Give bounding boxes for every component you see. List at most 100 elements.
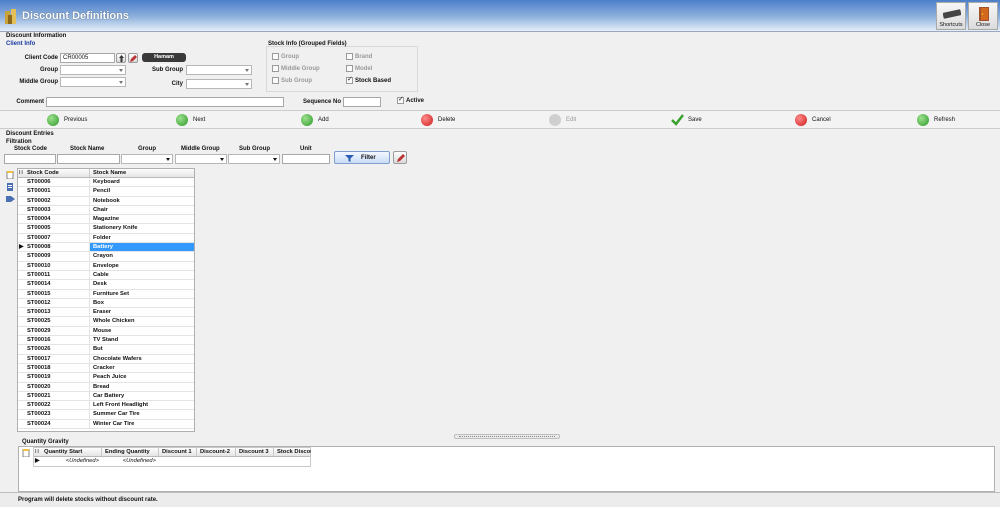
cell-stock-name[interactable]: Furniture Set bbox=[90, 290, 194, 298]
table-row[interactable]: ST00007 Folder bbox=[18, 233, 194, 244]
close-button[interactable]: Close bbox=[968, 2, 998, 30]
refresh-button[interactable]: Refresh bbox=[917, 114, 967, 127]
grid-header-stock-code[interactable]: Stock Code bbox=[24, 169, 90, 177]
cell-stock-code[interactable]: ST00013 bbox=[24, 308, 90, 317]
client-code-input[interactable]: CR00005 bbox=[60, 53, 115, 63]
shortcuts-button[interactable]: Shortcuts bbox=[936, 2, 966, 30]
cell-stock-code[interactable]: ST00015 bbox=[24, 289, 90, 298]
table-row[interactable]: ST00026 But bbox=[18, 345, 194, 355]
client-lookup-button[interactable] bbox=[116, 53, 126, 63]
qg-header-stock-discount[interactable]: Stock Discount bbox=[274, 448, 311, 456]
cell-stock-name[interactable]: Eraser bbox=[90, 308, 194, 316]
cell-stock-name[interactable]: Pencil bbox=[90, 187, 194, 195]
cell-stock-name[interactable]: Chocolate Wafers bbox=[90, 355, 194, 363]
table-row[interactable]: ST00021 Car Battery bbox=[18, 391, 194, 402]
qg-cell-ending-quantity[interactable]: <Undefined> bbox=[102, 457, 159, 466]
cell-stock-name[interactable]: Car Battery bbox=[90, 392, 194, 400]
document-list-icon[interactable] bbox=[6, 183, 14, 191]
cell-stock-name[interactable]: Desk bbox=[90, 280, 194, 288]
filter-group-combo[interactable] bbox=[121, 154, 173, 164]
table-row[interactable]: ST00009 Crayon bbox=[18, 252, 194, 262]
grid-header-stock-name[interactable]: Stock Name bbox=[90, 169, 194, 177]
cell-stock-code[interactable]: ST00005 bbox=[24, 224, 90, 233]
cell-stock-name[interactable]: Bread bbox=[90, 383, 194, 391]
table-row[interactable]: ST00004 Magazine bbox=[18, 215, 194, 225]
qg-header-discount-2[interactable]: Discount-2 bbox=[197, 448, 236, 456]
save-button[interactable]: Save bbox=[671, 114, 721, 127]
middle-group-combo[interactable] bbox=[60, 77, 126, 87]
cell-stock-name[interactable]: Notebook bbox=[90, 197, 194, 205]
cell-stock-name[interactable]: Cable bbox=[90, 271, 194, 279]
sub-group-combo[interactable] bbox=[186, 65, 252, 75]
new-document-icon[interactable] bbox=[6, 171, 14, 179]
tags-icon[interactable] bbox=[6, 195, 15, 203]
table-row[interactable]: ST00022 Left Front Headlight bbox=[18, 401, 194, 411]
table-row[interactable]: ST00015 Furniture Set bbox=[18, 289, 194, 299]
table-row[interactable]: ST00005 Stationery Knife bbox=[18, 224, 194, 234]
qg-cell-quantity-start[interactable]: <Undefined> bbox=[41, 457, 102, 466]
table-row[interactable]: ST00023 Summer Car Tire bbox=[18, 410, 194, 420]
table-row[interactable]: ST00013 Eraser bbox=[18, 308, 194, 318]
cell-stock-name[interactable]: Cracker bbox=[90, 364, 194, 372]
cell-stock-name[interactable]: Box bbox=[90, 299, 194, 307]
cell-stock-name[interactable]: Keyboard bbox=[90, 178, 194, 186]
cell-stock-code[interactable]: ST00003 bbox=[24, 205, 90, 215]
qg-header-discount-3[interactable]: Discount 3 bbox=[236, 448, 274, 456]
brand-checkbox[interactable] bbox=[346, 53, 353, 60]
cell-stock-code[interactable]: ST00004 bbox=[24, 215, 90, 224]
table-row[interactable]: ST00025 Whole Chicken bbox=[18, 317, 194, 327]
table-row[interactable]: ST00002 Notebook bbox=[18, 196, 194, 206]
cell-stock-name[interactable]: Crayon bbox=[90, 252, 194, 260]
table-row[interactable]: ST00001 Pencil bbox=[18, 187, 194, 197]
cell-stock-code[interactable]: ST00025 bbox=[24, 317, 90, 326]
active-checkbox[interactable] bbox=[397, 95, 404, 104]
filter-sub-group-combo[interactable] bbox=[228, 154, 280, 164]
table-row[interactable]: ST00020 Bread bbox=[18, 382, 194, 392]
cell-stock-code[interactable]: ST00009 bbox=[24, 252, 90, 261]
cell-stock-name[interactable]: Stationery Knife bbox=[90, 224, 194, 232]
cell-stock-code[interactable]: ST00020 bbox=[24, 382, 90, 391]
cell-stock-name[interactable]: Mouse bbox=[90, 327, 194, 335]
cell-stock-name[interactable]: Winter Car Tire bbox=[90, 420, 194, 428]
cell-stock-code[interactable]: ST00014 bbox=[24, 280, 90, 289]
cell-stock-name[interactable]: Peach Juice bbox=[90, 373, 194, 381]
stock-based-checkbox[interactable] bbox=[346, 75, 353, 84]
table-row[interactable]: ST00011 Cable bbox=[18, 270, 194, 281]
horizontal-scrollbar[interactable] bbox=[454, 434, 560, 439]
cell-stock-code[interactable]: ST00017 bbox=[24, 354, 90, 363]
model-checkbox[interactable] bbox=[346, 65, 353, 72]
comment-input[interactable] bbox=[46, 97, 284, 107]
cell-stock-code[interactable]: ST00006 bbox=[24, 178, 90, 187]
table-row[interactable]: ST00024 Winter Car Tire bbox=[18, 419, 194, 430]
table-row[interactable]: ST00017 Chocolate Wafers bbox=[18, 354, 194, 364]
edit-button[interactable]: Edit bbox=[549, 114, 599, 127]
qg-header-quantity-start[interactable]: Quantity Start bbox=[41, 448, 102, 456]
qg-header-discount-1[interactable]: Discount 1 bbox=[159, 448, 197, 456]
qg-row[interactable]: ▶ <Undefined> <Undefined> bbox=[34, 457, 310, 466]
table-row[interactable]: ST00010 Envelope bbox=[18, 261, 194, 271]
city-combo[interactable] bbox=[186, 79, 252, 89]
sequence-input[interactable] bbox=[343, 97, 381, 107]
filter-middle-group-combo[interactable] bbox=[175, 154, 227, 164]
filter-clear-button[interactable] bbox=[393, 151, 407, 164]
cell-stock-code[interactable]: ST00024 bbox=[24, 419, 90, 429]
table-row[interactable]: ST00014 Desk bbox=[18, 280, 194, 290]
cell-stock-code[interactable]: ST00029 bbox=[24, 326, 90, 336]
stock-grid[interactable]: ∷ Stock Code Stock Name ST00006 Keyboard S… bbox=[17, 168, 195, 432]
cell-stock-name[interactable]: Left Front Headlight bbox=[90, 401, 194, 409]
cell-stock-name[interactable]: TV Stand bbox=[90, 336, 194, 344]
cell-stock-name[interactable]: Summer Car Tire bbox=[90, 410, 194, 418]
cell-stock-code[interactable]: ST00016 bbox=[24, 336, 90, 345]
cell-stock-name[interactable]: Envelope bbox=[90, 262, 194, 270]
cell-stock-code[interactable]: ST00022 bbox=[24, 401, 90, 410]
middle-group-checkbox[interactable] bbox=[272, 65, 279, 72]
quantity-gravity-grid[interactable]: ∷ Quantity Start Ending Quantity Discoun… bbox=[33, 447, 311, 467]
cell-stock-code[interactable]: ST00002 bbox=[24, 196, 90, 205]
cell-stock-code[interactable]: ST00010 bbox=[24, 261, 90, 270]
qg-header-ending-quantity[interactable]: Ending Quantity bbox=[102, 448, 159, 456]
table-row[interactable]: ST00003 Chair bbox=[18, 205, 194, 216]
delete-button[interactable]: Delete bbox=[421, 114, 471, 127]
new-row-icon[interactable] bbox=[22, 449, 30, 457]
group-checkbox[interactable] bbox=[272, 53, 279, 60]
cell-stock-code[interactable]: ST00019 bbox=[24, 373, 90, 382]
